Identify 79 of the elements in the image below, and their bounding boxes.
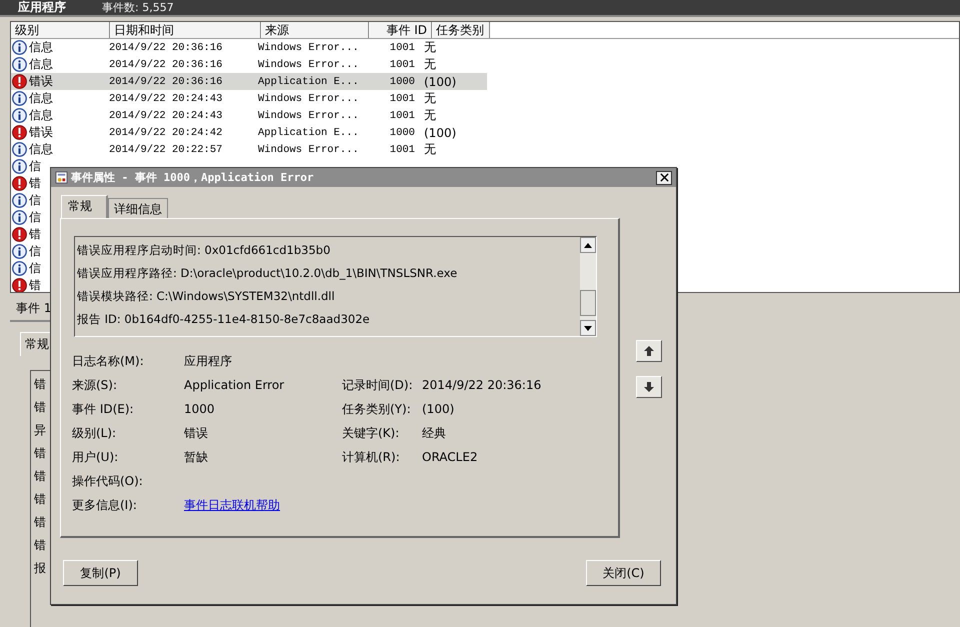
description-line: 报告 ID: 0b164df0-4255-11e4-8150-8e7c8aad302e [77,311,371,328]
detail-line: 报 [34,560,47,577]
level-text: 错误 [29,73,53,90]
detail-line: 错 [34,491,47,508]
field-value: Application Error [184,378,286,392]
dialog-title: 事件属性 - 事件 1000，Application Error [71,170,314,185]
level-text: 信 [29,260,41,277]
field-label: 来源(S): [72,376,118,394]
description-line: 错误应用程序启动时间: 0x01cfd661cd1b35b0 [77,242,332,259]
source-cell-text: Application E... [257,76,360,88]
source-cell-text: Windows Error... [257,144,360,156]
event-id-cell-text: 1001 [388,144,416,156]
date-cell-text: 2014/9/22 20:22:57 [108,144,224,156]
description-line: 错误应用程序路径: D:\oracle\product\10.2.0\db_1\BIN\TNSLSNR.exe [77,265,458,282]
level-text: 错 [29,175,41,192]
level-text: 错 [29,277,41,292]
source-cell-text: Windows Error... [257,58,360,70]
field-label: 事件 ID(E): [72,400,135,418]
field-value: 经典 [422,424,446,442]
field-value: 暂缺 [184,448,209,466]
detail-line: 错 [34,468,47,485]
event-id-cell-text: 1000 [388,126,416,138]
detail-line: 错 [34,537,47,554]
task-category-cell-text: 无 [423,141,437,158]
level-text: 信息 [29,107,53,124]
level-text: 信 [29,158,41,175]
field-label: 计算机(R): [342,448,401,466]
field-label: 操作代码(O): [72,472,144,490]
event-id-cell-text: 1001 [388,58,416,70]
field-value: 2014/9/22 20:36:16 [422,378,542,392]
field-label: 关键字(K): [342,424,400,442]
task-category-cell-text: 无 [423,56,437,73]
level-text: 信 [29,209,41,226]
date-cell-text: 2014/9/22 20:24:43 [108,92,224,104]
description-line: 错误模块路径: C:\Windows\SYSTEM32\ntdll.dll [77,288,336,305]
level-text: 信息 [29,39,53,56]
source-cell-text: Windows Error... [257,92,360,104]
level-text: 信息 [29,56,53,73]
task-category-cell-text: (100) [423,74,458,88]
field-value: ORACLE2 [422,450,478,464]
level-text: 信 [29,192,41,209]
field-value: 应用程序 [184,352,233,370]
source-cell-text: Application E... [257,126,360,138]
task-category-cell-text: 无 [423,107,437,124]
event-id-cell-text: 1001 [388,92,416,104]
log-title: 应用程序 [18,0,66,16]
task-category-cell-text: (100) [423,126,458,140]
field-value: 1000 [184,402,216,416]
field-label: 记录时间(D): [342,376,414,394]
date-cell-text: 2014/9/22 20:24:43 [108,110,224,122]
level-text: 信息 [29,90,53,107]
task-category-cell-text: 无 [423,90,437,107]
field-label: 用户(U): [72,448,120,466]
level-text: 信 [29,243,41,260]
event-id-cell-text: 1001 [388,42,416,54]
date-cell-text: 2014/9/22 20:36:16 [108,58,224,70]
field-value: 错误 [184,424,209,442]
date-cell-text: 2014/9/22 20:24:42 [108,126,224,138]
task-category-cell-text: 无 [423,39,437,56]
field-label: 更多信息(I): [72,496,138,514]
detail-line: 错 [34,445,47,462]
detail-line: 错 [34,514,47,531]
event-count: 事件数: 5,557 [102,0,174,15]
level-text: 错 [29,226,41,243]
detail-line: 错 [34,399,47,416]
event-id-cell-text: 1000 [388,76,416,88]
source-cell-text: Windows Error... [257,110,360,122]
level-text: 信息 [29,141,53,158]
detail-line: 错 [34,376,47,393]
date-cell-text: 2014/9/22 20:36:16 [108,76,224,88]
level-text: 错误 [29,124,53,141]
field-label: 级别(L): [72,424,118,442]
field-label: 任务类别(Y): [342,400,412,418]
field-label: 日志名称(M): [72,352,145,370]
source-cell-text: Windows Error... [257,42,360,54]
event-id-cell-text: 1001 [388,110,416,122]
date-cell-text: 2014/9/22 20:36:16 [108,42,224,54]
detail-line: 异 [34,422,47,439]
field-value: (100) [422,402,454,416]
